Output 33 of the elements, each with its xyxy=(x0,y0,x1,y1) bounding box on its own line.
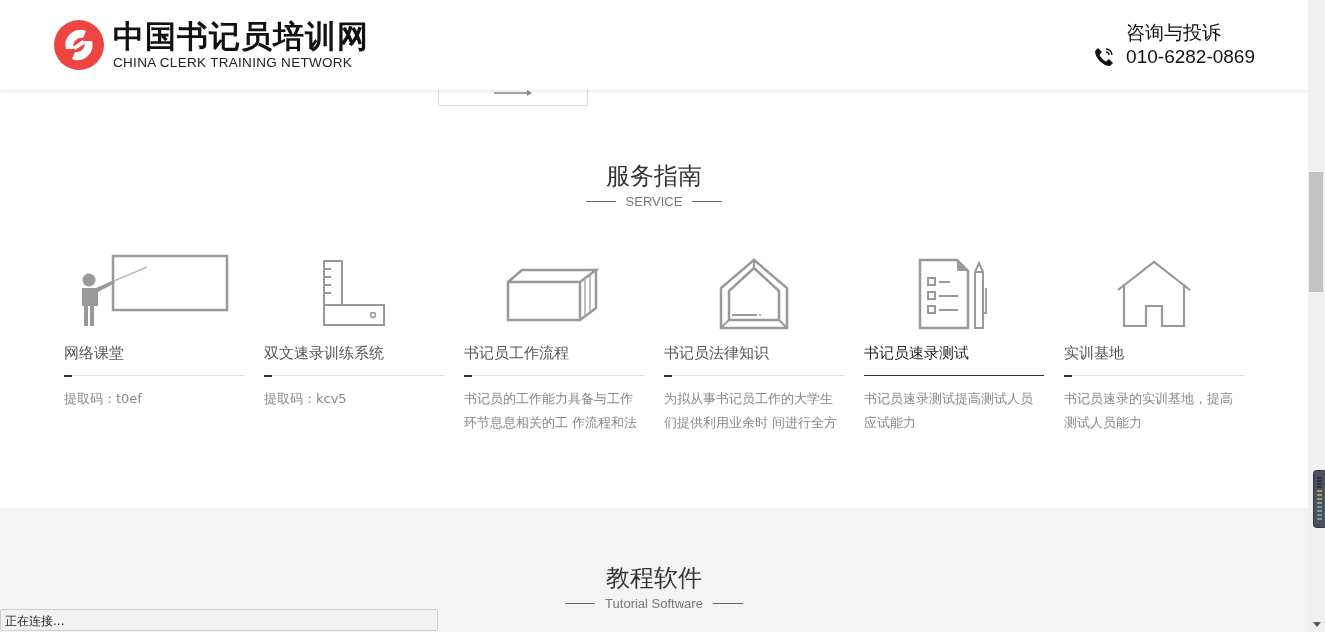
contact-label: 咨询与投诉 xyxy=(1126,20,1222,44)
site-subtitle: CHINA CLERK TRAINING NETWORK xyxy=(113,54,354,72)
logo-icon[interactable] xyxy=(53,19,105,71)
status-bar: 正在连接... xyxy=(0,609,438,631)
section-title: 服务指南 xyxy=(606,161,702,192)
service-description: 书记员速录的实训基地，提高测试人员能力 xyxy=(1064,390,1234,432)
scrollbar[interactable] xyxy=(1308,0,1325,632)
phone-icon xyxy=(1093,46,1116,68)
house-frame-icon xyxy=(719,258,789,330)
service-title[interactable]: 实训基地 xyxy=(1064,343,1244,363)
ruler-icon xyxy=(322,259,386,329)
site-title[interactable]: 中国书记员培训网 xyxy=(113,18,369,54)
arrow-right-icon xyxy=(494,90,532,96)
service-title[interactable]: 书记员速录测试 xyxy=(864,343,1044,363)
house-icon xyxy=(1116,260,1192,328)
service-description: 提取码：kcv5 xyxy=(264,390,348,408)
scroll-down-icon[interactable] xyxy=(1313,622,1321,627)
checklist-pencil-icon xyxy=(918,258,990,330)
phone-number[interactable]: 010-6282-0869 xyxy=(1126,44,1255,70)
service-description: 书记员速录测试提高测试人员应试能力 xyxy=(864,390,1034,432)
service-description: 书记员的工作能力具备与工作环节息息相关的工 作流程和法 xyxy=(464,390,639,432)
box-icon xyxy=(506,266,602,322)
scrollbar-thumb[interactable] xyxy=(1309,172,1323,292)
section-subtitle: SERVICE xyxy=(625,194,683,209)
section-title: 教程软件 xyxy=(606,563,702,594)
service-description: 为拟从事书记员工作的大学生们提供利用业余时 间进行全方 xyxy=(664,390,839,432)
section-subtitle: Tutorial Software xyxy=(605,596,703,611)
service-title[interactable]: 书记员法律知识 xyxy=(664,343,844,363)
service-title[interactable]: 网络课堂 xyxy=(64,343,244,363)
service-description: 提取码：t0ef xyxy=(64,390,143,408)
service-title[interactable]: 双文速录训练系统 xyxy=(264,343,444,363)
side-widget-drawing[interactable] xyxy=(1313,470,1325,528)
service-title[interactable]: 书记员工作流程 xyxy=(464,343,644,363)
